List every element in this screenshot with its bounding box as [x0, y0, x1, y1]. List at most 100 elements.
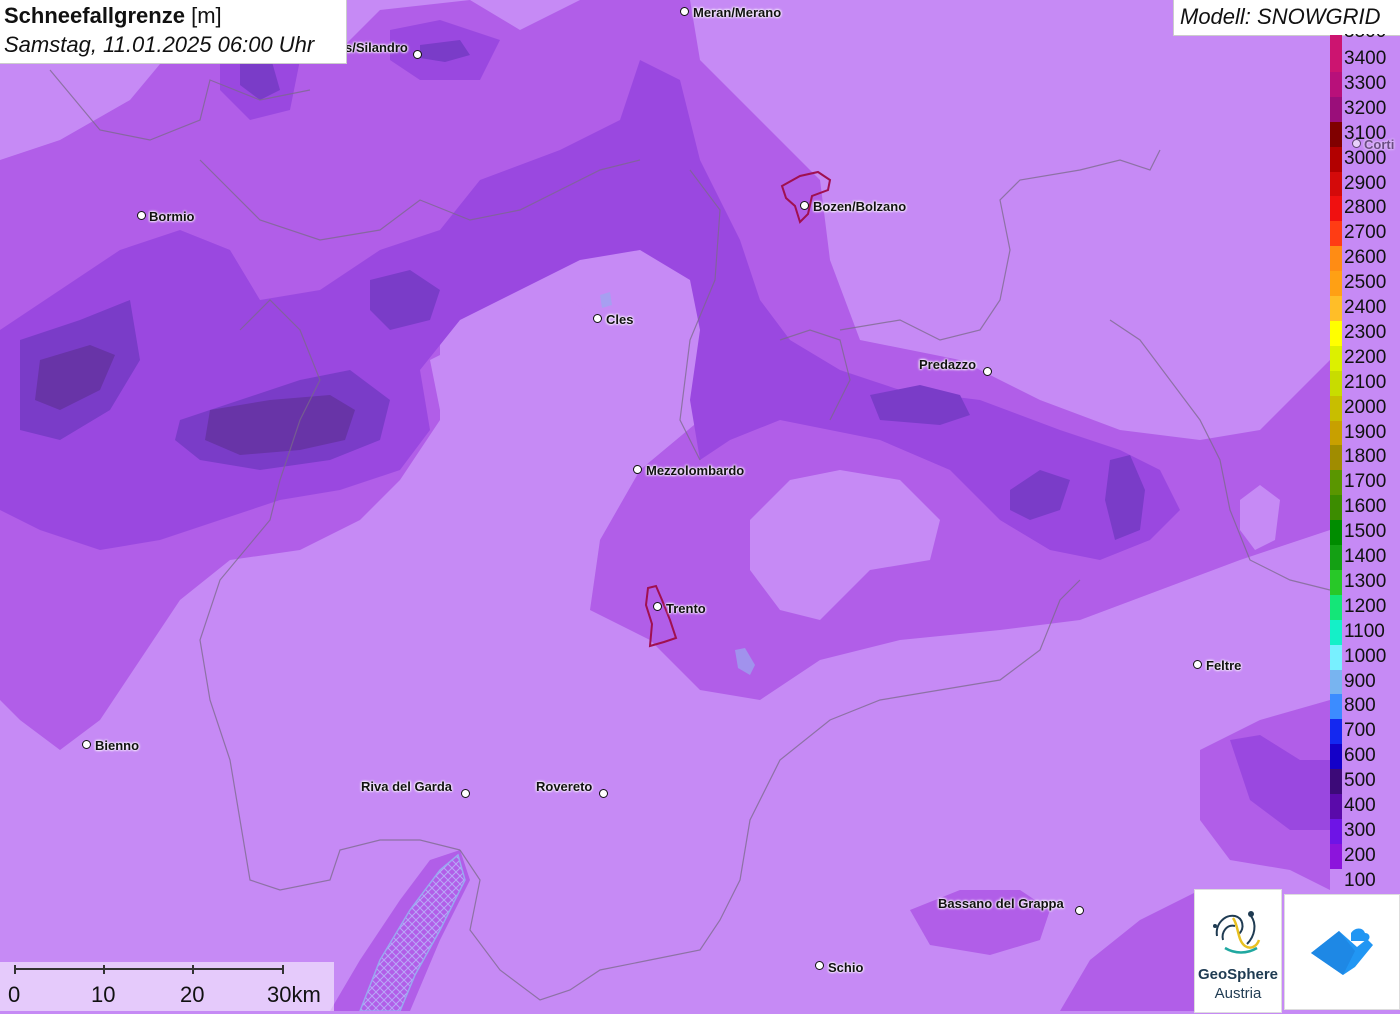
city-label-silandro: s/Silandro [345, 40, 408, 55]
city-dot [815, 961, 824, 970]
city-label-meran: Meran/Merano [693, 5, 782, 20]
snowfall-map[interactable] [0, 0, 1400, 1011]
scale-bar-line [14, 965, 284, 974]
legend-label: 2400 [1344, 297, 1387, 318]
city-dot [82, 740, 91, 749]
legend-swatch [1330, 520, 1342, 546]
legend-swatch [1330, 320, 1342, 347]
city-label-bassano: Bassano del Grappa [938, 896, 1064, 911]
legend-label: 1800 [1344, 446, 1387, 468]
legend-swatch [1330, 47, 1342, 73]
legend-swatch [1330, 545, 1342, 571]
legend-label: 2300 [1344, 321, 1387, 343]
title-panel: Schneefallgrenze [m] Samstag, 11.01.2025… [0, 0, 347, 64]
city-label-bienno: Bienno [95, 738, 140, 753]
legend-label: 1500 [1344, 521, 1387, 543]
legend-label: 1200 [1344, 595, 1387, 617]
legend-swatch [1330, 370, 1342, 397]
city-label-predazzo: Predazzo [919, 357, 977, 372]
legend-swatch [1330, 868, 1342, 895]
legend-label: 1900 [1344, 421, 1387, 443]
map-title: Schneefallgrenze [m] [4, 3, 222, 29]
legend-swatch [1330, 694, 1342, 720]
legend-label: 900 [1344, 670, 1376, 692]
legend-label: 500 [1344, 770, 1376, 792]
legend-swatch [1330, 594, 1342, 621]
legend-swatch [1330, 246, 1342, 272]
city-label-cles: Cles [606, 312, 634, 327]
legend-swatch [1330, 146, 1342, 172]
scale-label-10: 10 [91, 982, 116, 1007]
legend-swatch [1330, 569, 1342, 596]
legend-swatch [1330, 644, 1342, 670]
legend-label: 2100 [1344, 371, 1387, 393]
legend-swatch [1330, 196, 1342, 222]
geosphere-text: GeoSphere [1197, 966, 1279, 983]
legend-swatch [1330, 221, 1342, 247]
city-dot [653, 602, 662, 611]
legend-swatch [1330, 96, 1342, 123]
title-bold: Schneefallgrenze [4, 3, 185, 28]
city-dot [983, 367, 992, 376]
city-dot [633, 465, 642, 474]
model-label: Modell: SNOWGRID [1180, 4, 1381, 29]
legend-label: 1000 [1344, 645, 1387, 667]
scale-label-20: 20 [180, 982, 205, 1007]
legend-label: 1600 [1344, 496, 1387, 518]
geosphere-logo-icon [1213, 911, 1261, 954]
legend-swatch [1330, 794, 1342, 820]
legend-label: 800 [1344, 695, 1376, 717]
city-dot [1193, 660, 1202, 669]
legend-label: 3200 [1344, 97, 1387, 119]
city-dot [461, 789, 470, 798]
legend-swatch [1330, 395, 1342, 421]
legend-swatch [1330, 818, 1342, 845]
legend-label: 2700 [1344, 222, 1387, 244]
legend-swatch [1330, 445, 1342, 471]
legend-swatch [1330, 345, 1342, 372]
app-logo-icon [1311, 928, 1373, 975]
city-dot [593, 314, 602, 323]
legend-swatch [1330, 843, 1342, 870]
city-label-feltre: Feltre [1206, 658, 1242, 673]
city-label-bolzano: Bozen/Bolzano [813, 199, 907, 214]
legend-swatch [1330, 619, 1342, 646]
legend-label: 2900 [1344, 172, 1387, 194]
title-unit: [m] [191, 3, 222, 28]
legend-swatch [1330, 35, 1342, 47]
app-logo[interactable] [1284, 894, 1400, 1010]
geosphere-logo[interactable]: GeoSphere Austria [1194, 889, 1282, 1013]
city-dot [1075, 906, 1084, 915]
legend-label: 1400 [1344, 546, 1387, 567]
city-dot [599, 789, 608, 798]
legend-label: 3000 [1344, 147, 1387, 169]
legend-swatch [1330, 769, 1342, 795]
city-label-riva: Riva del Garda [361, 779, 453, 794]
legend-swatch [1330, 71, 1342, 98]
legend-swatch [1330, 719, 1342, 745]
legend-swatch [1330, 121, 1342, 148]
city-label-rovereto: Rovereto [536, 779, 593, 794]
legend-label: 2000 [1344, 396, 1387, 418]
city-label-schio: Schio [828, 960, 864, 975]
legend-swatch [1330, 744, 1342, 770]
city-dot [680, 7, 689, 16]
city-label-trento: Trento [666, 601, 706, 616]
legend-swatch [1330, 470, 1342, 496]
city-label-mezzolombardo: Mezzolombardo [646, 463, 745, 478]
legend-swatch [1330, 669, 1342, 695]
legend-label: 1700 [1344, 471, 1387, 493]
legend-swatch [1330, 420, 1342, 446]
legend-label: 2500 [1344, 272, 1387, 294]
legend-swatch [1330, 296, 1342, 322]
legend-swatch [1330, 271, 1342, 297]
legend-label: 600 [1344, 745, 1376, 767]
austria-text: Austria [1214, 985, 1262, 1002]
forecast-datetime: Samstag, 11.01.2025 06:00 Uhr [4, 32, 315, 57]
city-label-bormio: Bormio [149, 209, 195, 224]
legend-label: 2200 [1344, 346, 1387, 368]
legend-label: 700 [1344, 720, 1376, 742]
model-panel: Modell: SNOWGRID [1173, 0, 1400, 36]
legend-label: 1100 [1344, 620, 1385, 642]
legend-label: 400 [1344, 795, 1376, 816]
